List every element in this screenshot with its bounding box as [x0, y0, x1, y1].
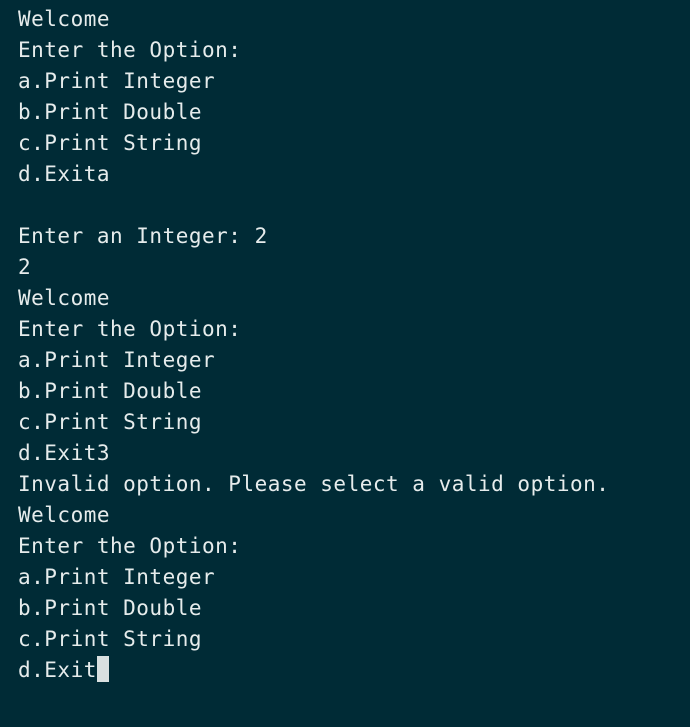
- text-cursor[interactable]: [96, 656, 109, 682]
- output-line: Enter the Option:: [18, 317, 242, 341]
- output-line: Enter the Option:: [18, 534, 242, 558]
- prompt-line[interactable]: d.Exit: [18, 655, 690, 686]
- output-line: c.Print String: [18, 410, 203, 434]
- output-line: d.Exit3: [18, 441, 111, 465]
- output-line: b.Print Double: [18, 596, 203, 620]
- prompt-text: d.Exit: [18, 658, 97, 682]
- output-line: a.Print Integer: [18, 348, 216, 372]
- output-line: a.Print Integer: [18, 69, 216, 93]
- output-line: b.Print Double: [18, 100, 203, 124]
- terminal-window[interactable]: Welcome Enter the Option: a.Print Intege…: [0, 0, 690, 727]
- output-line: 2: [18, 255, 32, 279]
- output-line: c.Print String: [18, 627, 203, 651]
- output-line: c.Print String: [18, 131, 203, 155]
- output-line: Enter an Integer: 2: [18, 224, 268, 248]
- output-line: Welcome: [18, 503, 111, 527]
- output-line: a.Print Integer: [18, 565, 216, 589]
- output-line: Welcome: [18, 7, 111, 31]
- output-line: d.Exita: [18, 162, 111, 186]
- output-line: Welcome: [18, 286, 111, 310]
- output-line: Enter the Option:: [18, 38, 242, 62]
- error-message-line: Invalid option. Please select a valid op…: [18, 472, 610, 496]
- output-line: b.Print Double: [18, 379, 203, 403]
